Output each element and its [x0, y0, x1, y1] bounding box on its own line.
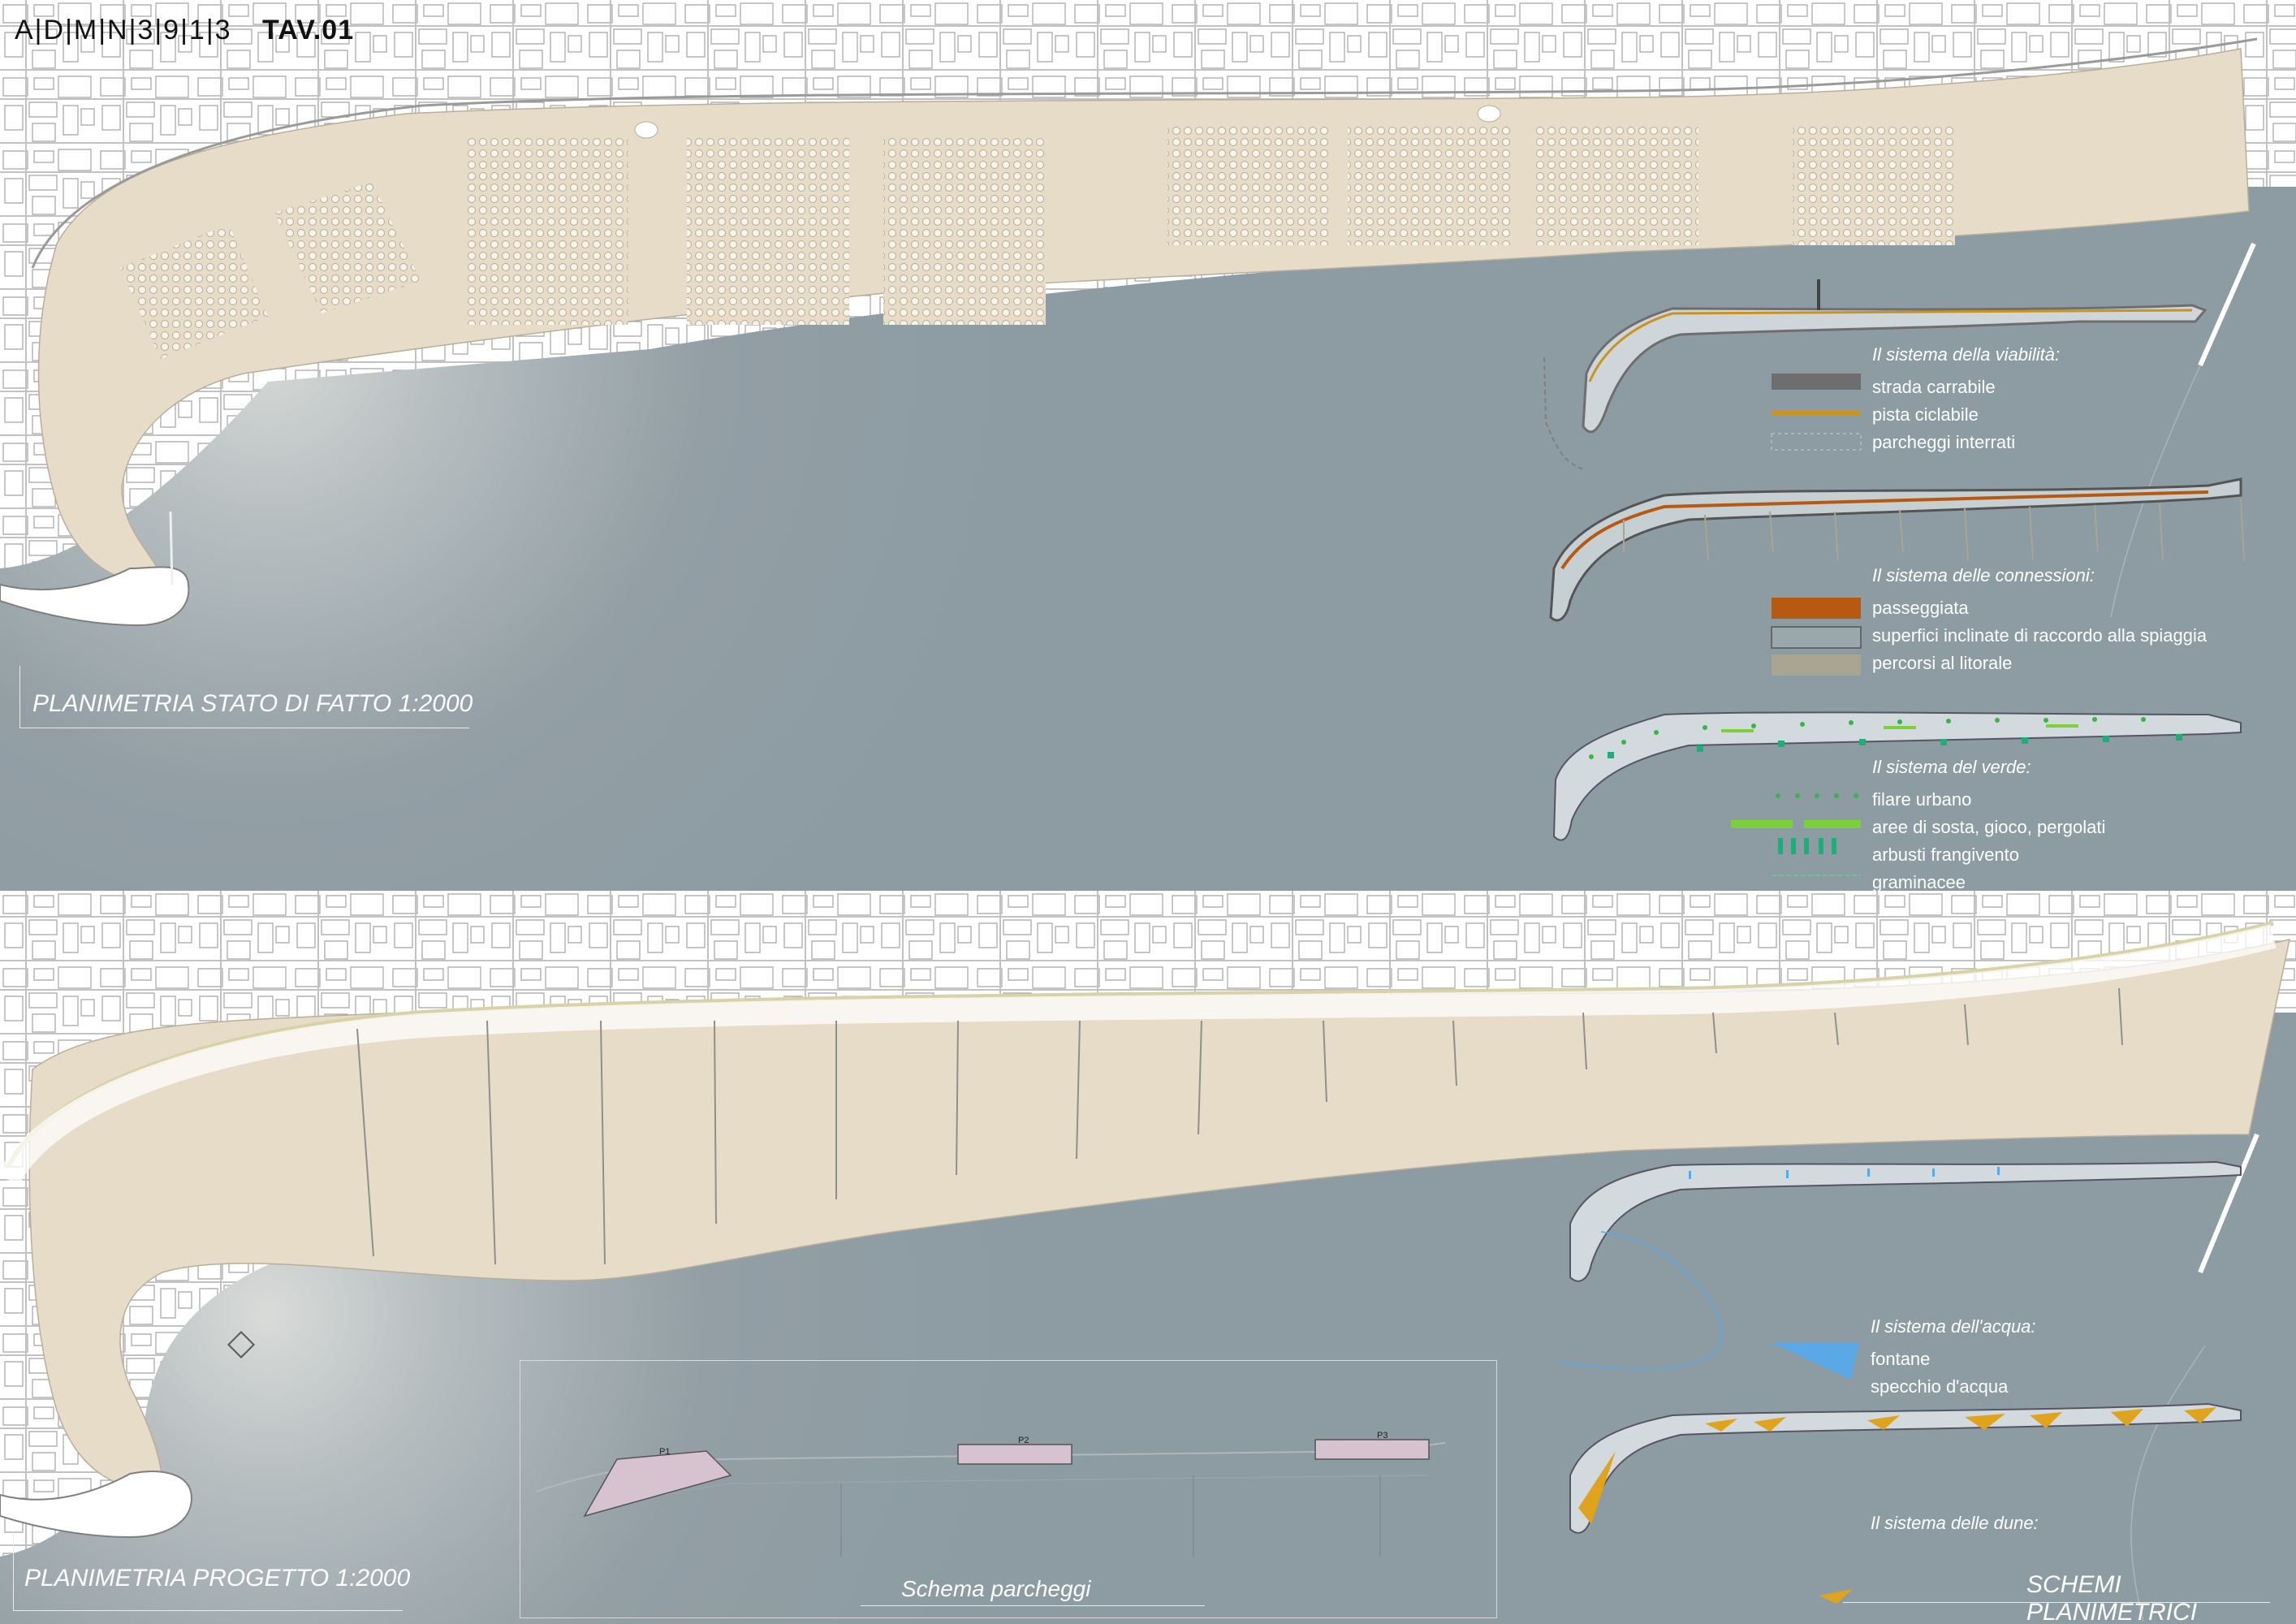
legend-item: graminacee [1872, 869, 2105, 891]
legend-item: percorsi al litorale [1872, 650, 2207, 677]
legend-connessioni-heading: Il sistema delle connessioni: [1872, 565, 2095, 585]
legend-item: specchio d'acqua [1871, 1373, 2036, 1401]
legend-item-label: parcheggi interrati [1872, 432, 2016, 452]
legend-connessioni: Il sistema delle connessioni: passeggiat… [1872, 565, 2207, 677]
title-bracket [13, 1532, 14, 1610]
title-stato-di-fatto: PLANIMETRIA STATO DI FATTO 1:2000 [32, 690, 473, 717]
legend-item-label: passeggiata [1872, 598, 1969, 618]
legend-viabilita-heading: Il sistema della viabilità: [1872, 344, 2061, 365]
legend-dune-heading: Il sistema delle dune: [1871, 1513, 2039, 1533]
map-panel-existing: A|D|M|N|3|9|1|3 TAV.01 PLANIMETRIA STATO… [0, 0, 2296, 891]
legend-item: pista ciclabile [1872, 401, 2060, 429]
legend-item-label: superfici inclinate di raccordo alla spi… [1872, 625, 2208, 646]
legend-viabilita: Il sistema della viabilità: strada carra… [1872, 344, 2060, 456]
project-code: A|D|M|N|3|9|1|3 [15, 15, 232, 45]
legend-acqua: Il sistema dell'acqua: fontane specchio … [1871, 1316, 2036, 1401]
legend-item-label: arbusti frangivento [1872, 844, 2019, 865]
legend-verde-heading: Il sistema del verde: [1872, 757, 2031, 777]
legend-item-label: fontane [1871, 1349, 1931, 1369]
legend-item: superfici inclinate di raccordo alla spi… [1872, 622, 2207, 650]
legend-item-label: percorsi al litorale [1872, 653, 2013, 673]
legend-dune: Il sistema delle dune: [1871, 1513, 2039, 1542]
legend-item-label: strada carrabile [1872, 377, 1996, 397]
sheet-header: A|D|M|N|3|9|1|3 TAV.01 [15, 15, 354, 46]
legend-item-label: filare urbano [1872, 789, 1972, 810]
legend-item: filare urbano [1872, 786, 2105, 814]
legend-item: arbusti frangivento [1872, 841, 2105, 869]
legend-item: strada carrabile [1872, 374, 2060, 401]
legend-acqua-heading: Il sistema dell'acqua: [1871, 1316, 2036, 1337]
title-bracket [19, 666, 20, 728]
title-underline [13, 1610, 403, 1611]
legend-verde: Il sistema del verde: filare urbano aree… [1872, 757, 2105, 891]
legend-item-label: pista ciclabile [1872, 404, 1979, 425]
title-progetto: PLANIMETRIA PROGETTO 1:2000 [24, 1565, 411, 1592]
title-schemi-planimetrici: SCHEMI PLANIMETRICI [2026, 1571, 2198, 1624]
legend-item: passeggiata [1872, 594, 2207, 622]
legend-item-label: graminacee [1872, 872, 1966, 891]
legend-item: aree di sosta, gioco, pergolati [1872, 814, 2105, 841]
legend-item-label: specchio d'acqua [1871, 1376, 2009, 1397]
legend-item: parcheggi interrati [1872, 429, 2060, 456]
title-schema-parcheggi: Schema parcheggi [901, 1576, 1091, 1601]
map-panel-project: P1 P2 P3 Schema parcheggi PLANIMETRIA PR… [0, 891, 2296, 1624]
title-underline [861, 1605, 1205, 1606]
sheet-number: TAV.01 [262, 15, 355, 45]
legend-item: fontane [1871, 1345, 2036, 1373]
legend-item-label: aree di sosta, gioco, pergolati [1872, 817, 2106, 837]
